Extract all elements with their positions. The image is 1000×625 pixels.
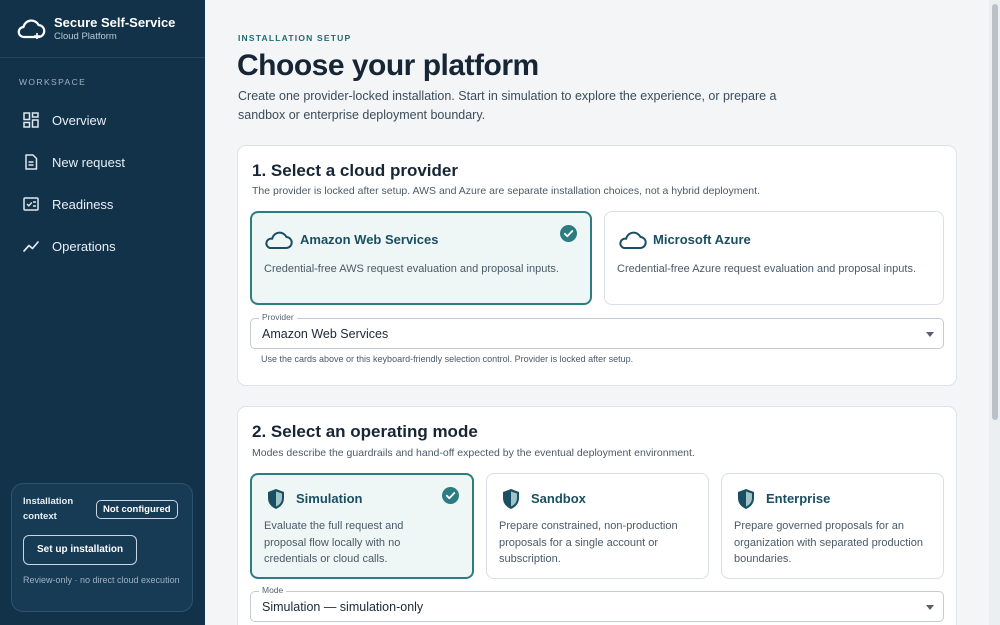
document-icon [25,154,38,170]
option-title: Sandbox [531,491,586,506]
shield-icon [738,489,754,509]
provider-option-aws[interactable]: Amazon Web Services Credential-free AWS … [250,211,592,305]
option-description: Prepare governed proposals for an organi… [734,520,923,565]
grid-icon [23,112,39,128]
mode-select[interactable]: Mode Simulation — simulation-only [250,585,944,622]
sidebar: Secure Self-Service Cloud Platform WORKS… [0,0,205,625]
scrollbar-thumb[interactable] [992,4,998,420]
mode-option-enterprise[interactable]: Enterprise Prepare governed proposals fo… [721,473,944,579]
provider-select-label: Provider [259,312,297,323]
mode-panel: 2. Select an operating mode Modes descri… [237,406,957,625]
sidebar-item-label: Operations [52,238,116,254]
option-title: Enterprise [766,491,831,506]
installation-context-note: Review-only · no direct cloud execution [23,575,180,585]
sidebar-item-label: Readiness [52,196,114,212]
status-badge: Not configured [96,500,178,519]
main-content: INSTALLATION SETUP Choose your platform … [205,0,1000,625]
sidebar-item-label: Overview [52,112,107,128]
chevron-down-icon [926,605,934,610]
brand[interactable]: Secure Self-Service Cloud Platform [0,0,205,58]
brand-name: Secure Self-Service [54,14,176,30]
provider-panel: 1. Select a cloud provider The provider … [237,145,957,386]
option-title: Simulation [296,491,363,506]
mode-select-value: Simulation — simulation-only [262,600,424,614]
provider-panel-description: The provider is locked after setup. AWS … [252,185,760,197]
nav-section-label: WORKSPACE [19,77,87,87]
mode-option-sandbox[interactable]: Sandbox Prepare constrained, non-product… [486,473,709,579]
set-up-installation-button[interactable]: Set up installation [23,535,138,565]
provider-panel-title: 1. Select a cloud provider [252,161,458,180]
cloud-icon [265,231,293,249]
option-description: Credential-free AWS request evaluation a… [264,263,559,275]
chevron-down-icon [926,332,934,337]
option-description: Evaluate the full request and proposal f… [264,520,404,565]
mode-panel-title: 2. Select an operating mode [252,422,478,441]
option-title: Amazon Web Services [300,232,439,247]
mode-panel-description: Modes describe the guardrails and hand-o… [252,447,695,459]
page-title: Choose your platform [237,49,539,82]
page-description: Create one provider-locked installation.… [238,89,777,122]
sidebar-nav: Overview New request Readiness Operation… [0,99,205,267]
provider-option-azure[interactable]: Microsoft Azure Credential-free Azure re… [604,211,944,305]
shield-icon [268,489,284,509]
checklist-icon [23,197,39,211]
mode-option-simulation[interactable]: Simulation Evaluate the full request and… [250,473,474,579]
installation-context-card: Installation context Not configured Set … [11,483,193,612]
option-description: Prepare constrained, non-production prop… [499,520,678,565]
trend-icon [23,241,39,252]
scrollbar[interactable] [989,0,1000,625]
sidebar-item-readiness[interactable]: Readiness [0,183,205,225]
sidebar-item-label: New request [52,154,125,170]
option-title: Microsoft Azure [653,232,751,247]
mode-select-label: Mode [259,585,287,596]
provider-select-help: Use the cards above or this keyboard-fri… [261,354,634,364]
cloud-icon [619,231,647,249]
provider-select-value: Amazon Web Services [262,327,389,341]
installation-context-label: Installation context [23,496,74,522]
sidebar-item-new-request[interactable]: New request [0,141,205,183]
provider-select[interactable]: Provider Amazon Web Services [250,312,944,349]
check-circle-icon [442,487,459,504]
brand-subtitle: Cloud Platform [54,30,117,42]
shield-icon [503,489,519,509]
sidebar-item-overview[interactable]: Overview [0,99,205,141]
check-circle-icon [560,225,577,242]
option-description: Credential-free Azure request evaluation… [617,263,917,275]
cloud-logo-icon [17,18,46,39]
sidebar-item-operations[interactable]: Operations [0,225,205,267]
page-eyebrow: INSTALLATION SETUP [238,33,352,43]
